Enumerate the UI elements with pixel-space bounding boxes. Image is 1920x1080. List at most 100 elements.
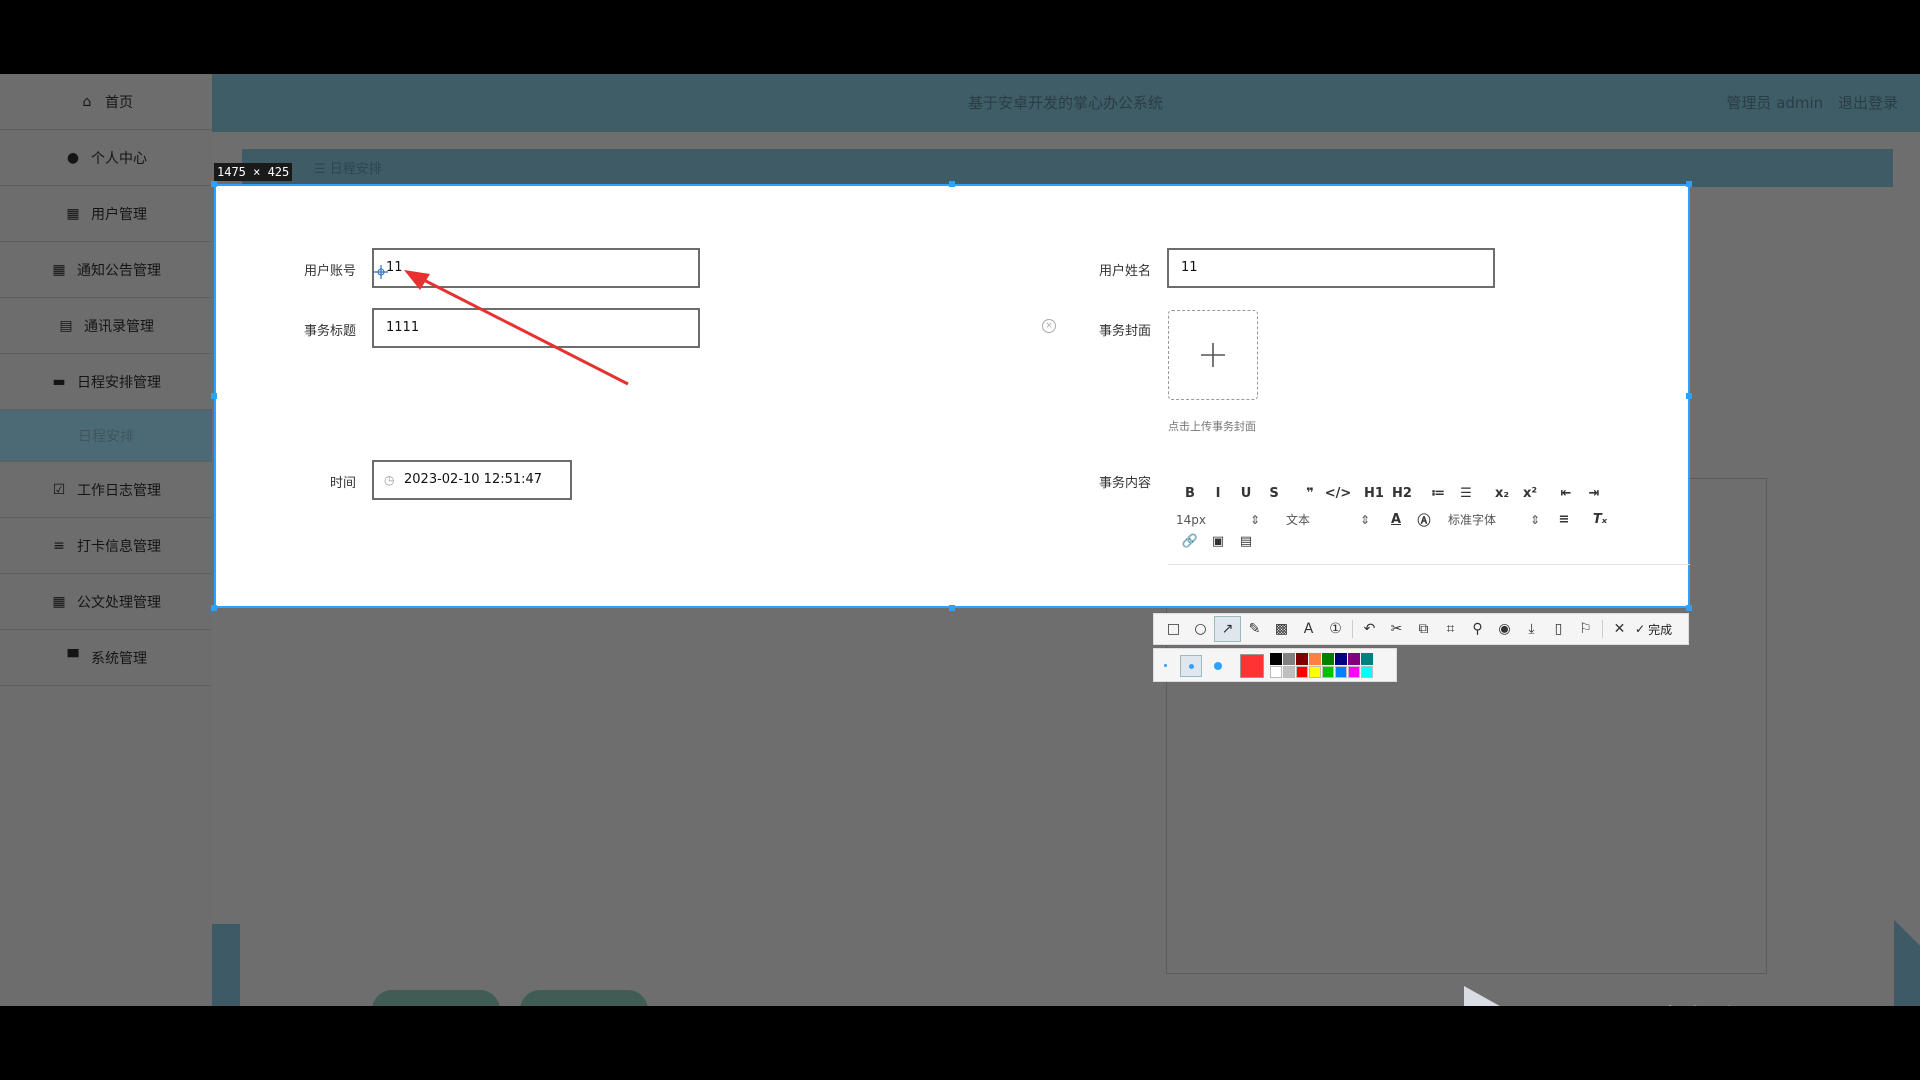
arrow-tool-icon[interactable]: ↗: [1214, 616, 1241, 642]
color-swatch[interactable]: [1283, 666, 1295, 678]
editor-button-12[interactable]: ⇤: [1552, 486, 1580, 501]
editor-button-8[interactable]: ≔: [1424, 486, 1452, 501]
image-icon[interactable]: ▣: [1204, 534, 1232, 549]
logout-link[interactable]: 退出登录: [1838, 94, 1898, 112]
submit-button-dimmed[interactable]: [372, 990, 500, 1006]
color-swatch[interactable]: [1335, 653, 1347, 665]
size-small-dot[interactable]: [1164, 664, 1167, 667]
editor-button-5[interactable]: </>: [1324, 486, 1352, 501]
resize-handle[interactable]: [1686, 393, 1692, 399]
color-swatch[interactable]: [1322, 666, 1334, 678]
capture-size-label: 1475 × 425: [214, 163, 293, 181]
resize-handle[interactable]: [211, 605, 217, 611]
app-title: 基于安卓开发的掌心办公系统: [968, 94, 1164, 112]
color-swatch[interactable]: [1270, 666, 1282, 678]
sidebar-item-5[interactable]: ▬ 日程安排管理: [0, 354, 212, 410]
sidebar-item-4[interactable]: ▤ 通讯录管理: [0, 298, 212, 354]
video-icon[interactable]: ▤: [1232, 534, 1260, 549]
clear-format-icon[interactable]: Tₓ: [1586, 512, 1614, 527]
editor-button-4[interactable]: ❞: [1296, 486, 1324, 501]
cover-upload-button[interactable]: [1168, 310, 1258, 400]
capture-region[interactable]: 用户账号 11 用户姓名 11 事务标题 1111 × 事务封面 点击上传事务封…: [214, 184, 1690, 608]
undo-icon[interactable]: ↶: [1356, 616, 1383, 642]
updown-icon: ⇕: [1359, 512, 1370, 527]
briefcase-icon: ▬: [52, 373, 66, 390]
font-color-icon[interactable]: A: [1382, 512, 1410, 527]
color-swatch[interactable]: [1322, 653, 1334, 665]
sidebar: ⌂ 首页 ● 个人中心 ▦ 用户管理 ▦ 通知公告管理 ▤ 通讯录管理 ▬ 日程安排管理 日程安排 ☑ 工作…: [0, 74, 212, 1006]
color-swatch[interactable]: [1270, 653, 1282, 665]
pin-icon[interactable]: ⚲: [1464, 616, 1491, 642]
font-family-select[interactable]: 标准字体 ⇕: [1448, 511, 1540, 528]
editor-button-3[interactable]: S: [1260, 486, 1288, 501]
resize-handle[interactable]: [1686, 605, 1692, 611]
link-icon[interactable]: 🔗: [1176, 534, 1204, 549]
long-screenshot-icon[interactable]: ✂: [1383, 616, 1410, 642]
mosaic-tool-icon[interactable]: ▩: [1268, 616, 1295, 642]
sidebar-item-8[interactable]: ≡ 打卡信息管理: [0, 518, 212, 574]
sidebar-item-0[interactable]: ⌂ 首页: [0, 74, 212, 130]
editor-button-6[interactable]: H1: [1360, 486, 1388, 501]
background-color-icon[interactable]: Ⓐ: [1410, 510, 1438, 529]
sidebar-item-label: 通讯录管理: [84, 318, 154, 335]
name-input[interactable]: 11: [1167, 248, 1495, 288]
clipboard-icon: ▤: [59, 317, 73, 334]
editor-button-11[interactable]: x²: [1516, 486, 1544, 501]
done-label: 完成: [1648, 622, 1673, 637]
bookmark-icon[interactable]: ⚐: [1572, 616, 1599, 642]
translate-icon[interactable]: ⧉: [1410, 616, 1437, 642]
color-swatch[interactable]: [1335, 666, 1347, 678]
sidebar-item-6[interactable]: 日程安排: [0, 410, 212, 462]
number-tool-icon[interactable]: ①: [1322, 616, 1349, 642]
sidebar-item-7[interactable]: ☑ 工作日志管理: [0, 462, 212, 518]
align-icon[interactable]: ≡: [1550, 512, 1578, 527]
sidebar-item-10[interactable]: ▀ 系统管理: [0, 630, 212, 686]
sidebar-item-label: 工作日志管理: [77, 482, 161, 499]
cancel-button-dimmed[interactable]: [520, 990, 648, 1006]
sidebar-item-1[interactable]: ● 个人中心: [0, 130, 212, 186]
updown-icon: ⇕: [1249, 512, 1260, 527]
rectangle-tool-icon[interactable]: □: [1160, 616, 1187, 642]
ellipse-tool-icon[interactable]: ○: [1187, 616, 1214, 642]
editor-button-10[interactable]: x₂: [1488, 486, 1516, 501]
color-swatch[interactable]: [1309, 666, 1321, 678]
editor-button-0[interactable]: B: [1176, 486, 1204, 501]
font-size-select[interactable]: 14px ⇕: [1176, 513, 1260, 527]
editor-button-1[interactable]: I: [1204, 486, 1232, 501]
editor-button-2[interactable]: U: [1232, 486, 1260, 501]
resize-handle[interactable]: [211, 181, 217, 187]
pen-tool-icon[interactable]: ✎: [1241, 616, 1268, 642]
ocr-icon[interactable]: ⌗: [1437, 616, 1464, 642]
download-icon[interactable]: ⤓: [1518, 616, 1545, 642]
record-icon[interactable]: ◉: [1491, 616, 1518, 642]
sidebar-item-3[interactable]: ▦ 通知公告管理: [0, 242, 212, 298]
phone-icon[interactable]: ▯: [1545, 616, 1572, 642]
editor-button-13[interactable]: ⇥: [1580, 486, 1608, 501]
cover-upload-hint: 点击上传事务封面: [1168, 420, 1256, 433]
size-large-dot[interactable]: [1214, 662, 1222, 670]
text-tool-icon[interactable]: A: [1295, 616, 1322, 642]
resize-handle[interactable]: [211, 393, 217, 399]
editor-button-7[interactable]: H2: [1388, 486, 1416, 501]
color-swatch[interactable]: [1361, 666, 1373, 678]
color-swatch[interactable]: [1348, 653, 1360, 665]
resize-handle[interactable]: [949, 181, 955, 187]
sidebar-item-2[interactable]: ▦ 用户管理: [0, 186, 212, 242]
done-button[interactable]: ✓ 完成: [1635, 621, 1672, 638]
color-swatch[interactable]: [1309, 653, 1321, 665]
home-icon: ⌂: [82, 93, 92, 110]
color-swatch[interactable]: [1296, 666, 1308, 678]
color-swatch[interactable]: [1361, 653, 1373, 665]
sidebar-item-9[interactable]: ▦ 公文处理管理: [0, 574, 212, 630]
editor-button-9[interactable]: ☰: [1452, 486, 1480, 501]
color-swatch[interactable]: [1296, 653, 1308, 665]
close-icon[interactable]: ✕: [1606, 616, 1633, 642]
current-color-swatch[interactable]: [1240, 654, 1264, 678]
color-swatch[interactable]: [1283, 653, 1295, 665]
resize-handle[interactable]: [1686, 181, 1692, 187]
resize-handle[interactable]: [949, 605, 955, 611]
clear-icon[interactable]: ×: [1042, 319, 1056, 333]
time-input[interactable]: ◷ 2023-02-10 12:51:47: [372, 460, 572, 500]
block-type-select[interactable]: 文本 ⇕: [1286, 511, 1370, 528]
color-swatch[interactable]: [1348, 666, 1360, 678]
